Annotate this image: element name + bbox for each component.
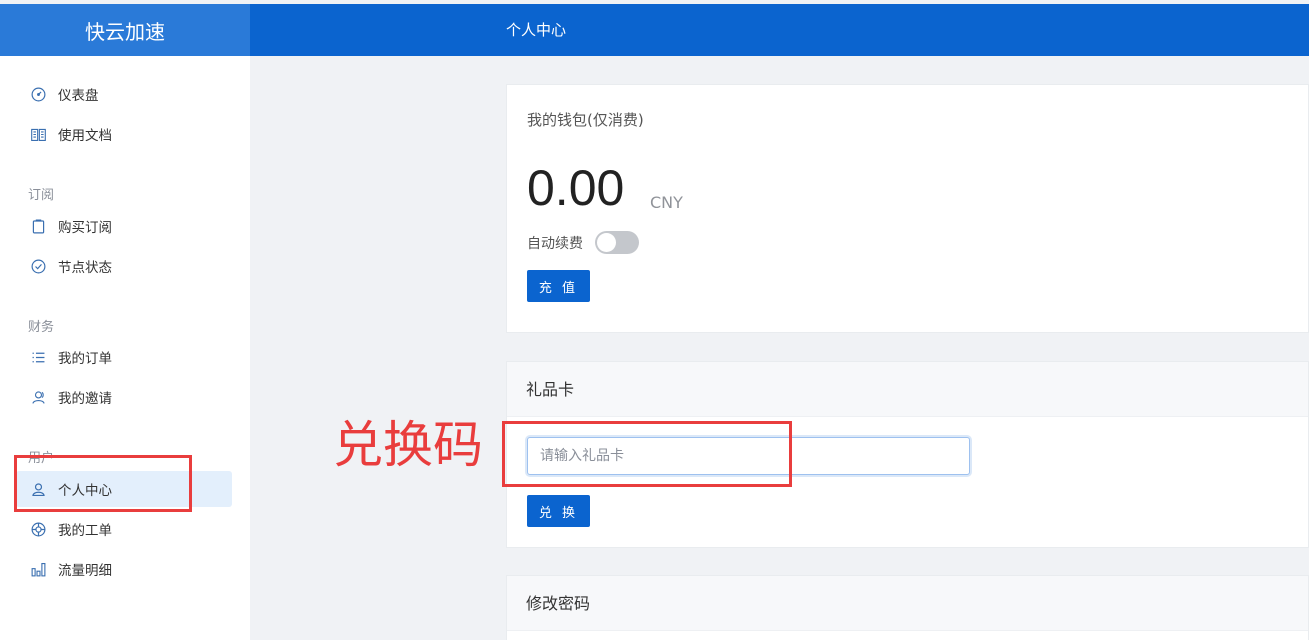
header-bar: 个人中心 bbox=[250, 4, 1309, 56]
clipboard-icon bbox=[28, 216, 48, 236]
sidebar-item-docs[interactable]: 使用文档 bbox=[16, 116, 232, 152]
sidebar: 仪表盘 使用文档 订阅 购买订阅 节点状态 财务 我的订单 我的邀请 用户 个人… bbox=[0, 56, 250, 640]
users-icon bbox=[28, 387, 48, 407]
recharge-button[interactable]: 充 值 bbox=[527, 270, 590, 302]
change-password-header: 修改密码 bbox=[507, 576, 1308, 631]
annotation-box-gift-input bbox=[502, 421, 792, 487]
change-password-title: 修改密码 bbox=[526, 594, 591, 613]
gauge-icon bbox=[28, 84, 48, 104]
wallet-currency: CNY bbox=[650, 193, 683, 212]
sidebar-item-label: 仪表盘 bbox=[58, 88, 99, 104]
sidebar-item-label: 使用文档 bbox=[58, 128, 112, 144]
sidebar-item-orders[interactable]: 我的订单 bbox=[16, 339, 232, 375]
annotation-label: 兑换码 bbox=[333, 416, 483, 474]
lifebuoy-icon bbox=[28, 519, 48, 539]
annotation-box-profile bbox=[14, 455, 192, 512]
check-circle-icon bbox=[28, 256, 48, 276]
redeem-button[interactable]: 兑 换 bbox=[527, 495, 590, 527]
wallet-title: 我的钱包(仅消费) bbox=[527, 111, 644, 129]
section-title-finance: 财务 bbox=[28, 320, 55, 335]
auto-renew-label: 自动续费 bbox=[527, 236, 583, 252]
top-bar: 快云加速 个人中心 bbox=[0, 4, 1309, 56]
auto-renew-toggle[interactable] bbox=[595, 231, 639, 254]
wallet-card: 我的钱包(仅消费) 0.00 CNY 自动续费 充 值 bbox=[506, 84, 1309, 333]
sidebar-item-label: 节点状态 bbox=[58, 260, 112, 276]
gift-card-title: 礼品卡 bbox=[526, 380, 575, 399]
app-name: 快云加速 bbox=[85, 19, 165, 44]
sidebar-item-label: 购买订阅 bbox=[58, 220, 112, 236]
change-password-card: 修改密码 bbox=[506, 575, 1309, 640]
sidebar-item-label: 我的工单 bbox=[58, 523, 112, 539]
sidebar-item-label: 我的订单 bbox=[58, 351, 112, 367]
bar-chart-icon bbox=[28, 559, 48, 579]
wallet-balance: 0.00 bbox=[527, 160, 625, 216]
toggle-knob bbox=[597, 233, 616, 252]
sidebar-item-label: 流量明细 bbox=[58, 563, 112, 579]
section-title-subscription: 订阅 bbox=[28, 188, 55, 203]
sidebar-item-label: 我的邀请 bbox=[58, 391, 112, 407]
sidebar-item-traffic[interactable]: 流量明细 bbox=[16, 551, 232, 587]
list-icon bbox=[28, 347, 48, 367]
book-icon bbox=[28, 124, 48, 144]
sidebar-item-dashboard[interactable]: 仪表盘 bbox=[16, 76, 232, 112]
app-logo[interactable]: 快云加速 bbox=[0, 4, 250, 56]
sidebar-item-buy-subscription[interactable]: 购买订阅 bbox=[16, 208, 232, 244]
page-title: 个人中心 bbox=[506, 21, 567, 39]
sidebar-item-node-status[interactable]: 节点状态 bbox=[16, 248, 232, 284]
sidebar-item-invites[interactable]: 我的邀请 bbox=[16, 379, 232, 415]
gift-card-header: 礼品卡 bbox=[507, 362, 1308, 417]
sidebar-item-tickets[interactable]: 我的工单 bbox=[16, 511, 232, 547]
